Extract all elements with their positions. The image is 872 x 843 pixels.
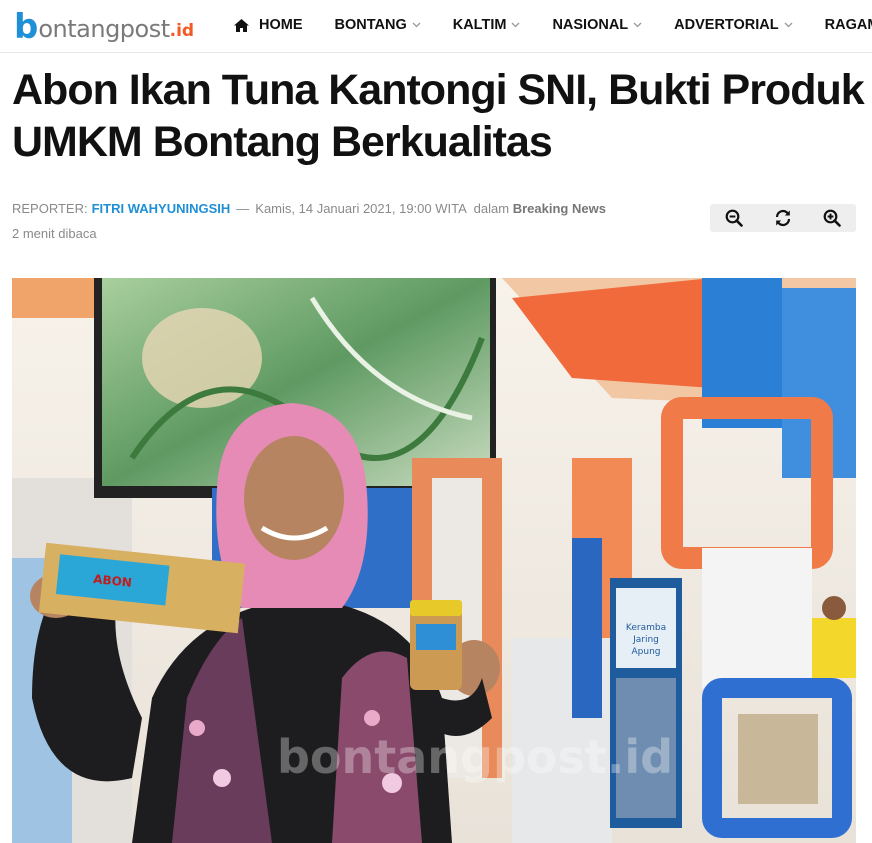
publish-date: Kamis, 14 Januari 2021, 19:00 WITA (255, 201, 467, 216)
banner-text: Keramba (626, 623, 666, 633)
meta-separator: — (236, 201, 250, 216)
chevron-down-icon (412, 22, 421, 28)
nav-item-label: ADVERTORIAL (674, 17, 779, 33)
nav-item-label: BONTANG (334, 17, 407, 33)
nav-item-label: HOME (259, 17, 303, 33)
home-icon (234, 18, 249, 32)
category-link[interactable]: Breaking News (513, 201, 606, 216)
zoom-out-icon[interactable] (725, 209, 744, 227)
featured-photo: Keramba Jaring Apung ABON bontangpost.id (12, 278, 856, 843)
logo-letter: b (14, 7, 39, 47)
site-logo[interactable]: b ontangpost .id (14, 6, 194, 44)
chevron-down-icon (511, 22, 520, 28)
nav-item-ragam[interactable]: RAGAM (825, 17, 872, 33)
main-nav: HOME BONTANG KALTIM NASIONAL ADVERTORIAL… (234, 0, 872, 50)
nav-item-nasional[interactable]: NASIONAL (552, 17, 642, 33)
site-header: b ontangpost .id HOME BONTANG KALTIM NASIO… (0, 0, 872, 53)
nav-item-advertorial[interactable]: ADVERTORIAL (674, 17, 793, 33)
zoom-in-icon[interactable] (823, 209, 841, 227)
featured-image[interactable]: Keramba Jaring Apung ABON bontangpost.id (12, 278, 856, 843)
category-prefix: dalam (473, 201, 510, 216)
logo-domain: .id (169, 21, 195, 41)
reset-icon[interactable] (774, 209, 792, 227)
nav-item-label: NASIONAL (552, 17, 629, 33)
chevron-down-icon (784, 22, 793, 28)
image-watermark: bontangpost.id (277, 730, 673, 784)
chevron-down-icon (633, 22, 642, 28)
logo-text: ontangpost (38, 15, 170, 43)
font-size-tools (710, 204, 856, 232)
read-time: 2 menit dibaca (12, 226, 97, 241)
nav-item-label: KALTIM (452, 17, 507, 33)
banner-text-2: Jaring (632, 635, 659, 645)
article-meta: Reporter: Fitri Wahyuningsih — Kamis, 14 Ja… (12, 196, 692, 246)
nav-item-kaltim[interactable]: KALTIM (453, 17, 521, 33)
author-link[interactable]: Fitri Wahyuningsih (92, 201, 231, 216)
nav-item-home[interactable]: HOME (234, 17, 303, 33)
reporter-label: Reporter: (12, 201, 88, 216)
nav-item-label: RAGAM (824, 17, 872, 33)
article-title: Abon Ikan Tuna Kantongi SNI, Bukti Produ… (12, 66, 865, 166)
banner-text-3: Apung (632, 647, 661, 657)
nav-item-bontang[interactable]: BONTANG (335, 17, 421, 33)
